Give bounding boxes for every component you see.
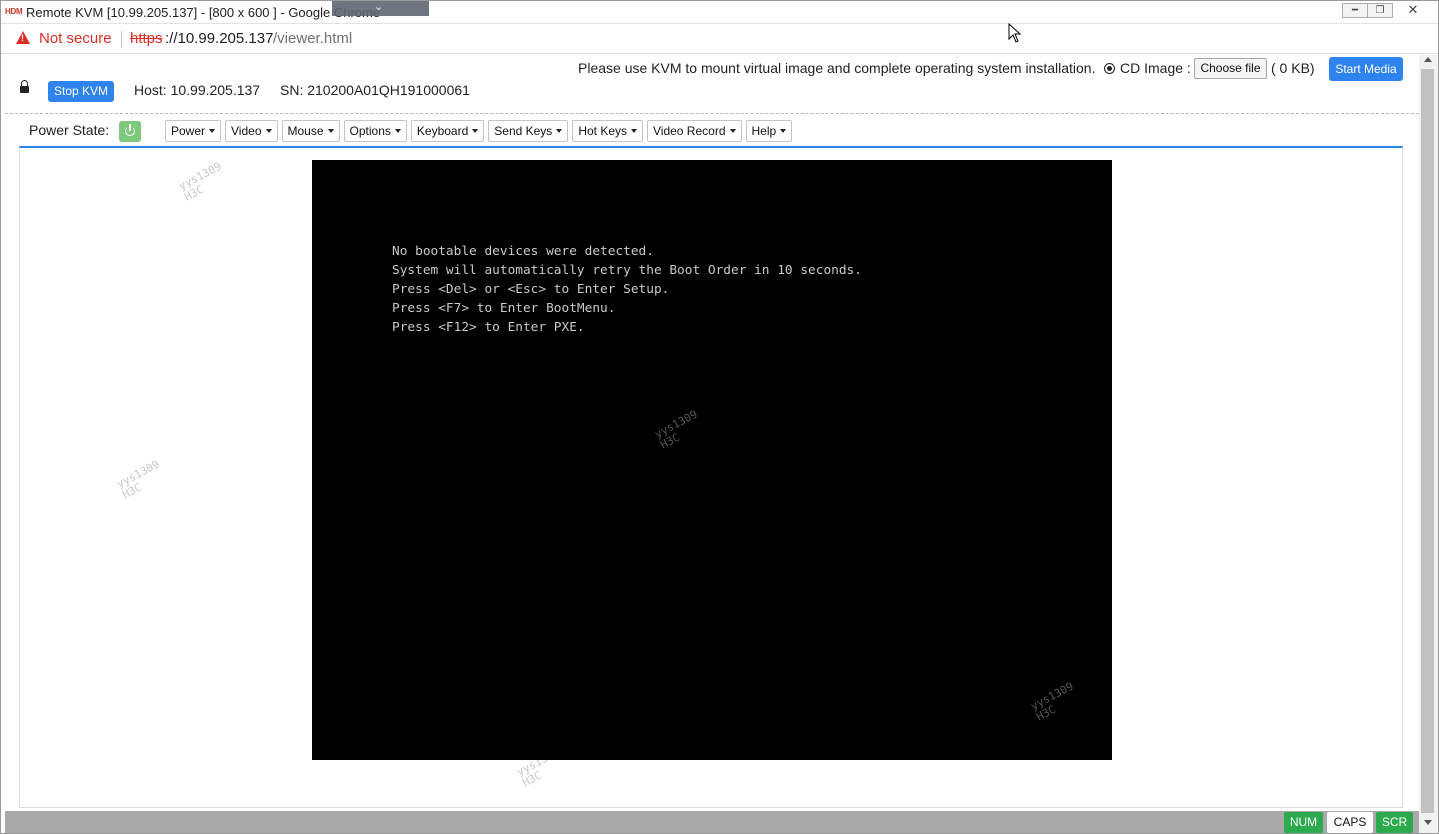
restore-button[interactable]: ❐ — [1367, 3, 1393, 18]
caret-down-icon — [472, 129, 479, 133]
install-notice: Please use KVM to mount virtual image an… — [578, 60, 1096, 76]
address-bar[interactable]: ! Not secure https ://10.99.205.137 /vie… — [1, 25, 1438, 54]
serial-number: SN: 210200A01QH191000061 — [280, 82, 470, 98]
caret-down-icon — [209, 129, 216, 133]
boot-line: No bootable devices were detected. — [392, 244, 654, 259]
watermark: yys1309 H3C — [114, 457, 162, 502]
app-logo: HDM — [5, 7, 23, 16]
title-bar: HDM Remote KVM [10.99.205.137] - [800 x … — [1, 1, 1438, 24]
boot-line: System will automatically retry the Boot… — [392, 263, 862, 278]
minimize-icon: ━ — [1351, 5, 1359, 16]
minimize-button[interactable]: ━ — [1342, 3, 1368, 18]
url-scheme[interactable]: https — [130, 30, 163, 47]
close-icon: ✕ — [1407, 2, 1419, 17]
menu-power[interactable]: Power — [165, 120, 222, 142]
remote-screen[interactable]: No bootable devices were detected. System… — [312, 160, 1112, 760]
power-state-label: Power State: — [29, 122, 110, 138]
menu-video-record[interactable]: Video Record — [647, 120, 742, 142]
status-bar: NUM CAPS SCR — [5, 811, 1419, 833]
watermark: yys1309 H3C — [652, 407, 700, 452]
scroll-down-arrow-icon[interactable] — [1424, 820, 1432, 825]
caret-down-icon — [327, 129, 334, 133]
caret-down-icon — [631, 129, 637, 133]
url-host[interactable]: ://10.99.205.137 — [165, 30, 273, 47]
kvm-page: Please use KVM to mount virtual image an… — [5, 55, 1419, 811]
divider — [5, 113, 1419, 114]
boot-message: No bootable devices were detected. System… — [392, 242, 862, 337]
warning-mark: ! — [21, 33, 24, 43]
window-title: Remote KVM [10.99.205.137] - [800 x 600 … — [26, 5, 381, 20]
caret-down-icon — [394, 129, 401, 133]
menu-help[interactable]: Help — [745, 120, 793, 142]
browser-window: HDM Remote KVM [10.99.205.137] - [800 x … — [0, 0, 1439, 834]
menu-send-keys[interactable]: Send Keys — [488, 120, 569, 142]
file-size: ( 0 KB) — [1271, 60, 1315, 76]
caps-lock-indicator[interactable]: CAPS — [1327, 812, 1373, 833]
num-lock-indicator[interactable]: NUM — [1284, 812, 1323, 833]
menu-mouse[interactable]: Mouse — [281, 120, 340, 142]
cd-image-radio[interactable] — [1104, 63, 1115, 74]
stop-kvm-button[interactable]: Stop KVM — [48, 81, 114, 102]
boot-line: Press <F12> to Enter PXE. — [392, 320, 585, 335]
address-separator — [121, 31, 122, 48]
scroll-thumb[interactable] — [1421, 69, 1434, 813]
mouse-cursor-icon — [1008, 23, 1022, 43]
url-path[interactable]: /viewer.html — [273, 30, 352, 47]
boot-line: Press <Del> or <Esc> to Enter Setup. — [392, 282, 670, 297]
kvm-menu-bar: Power Video Mouse Options Keyboard Send … — [165, 120, 793, 142]
lock-icon — [20, 80, 29, 94]
boot-line: Press <F7> to Enter BootMenu. — [392, 301, 616, 316]
menu-options[interactable]: Options — [343, 120, 407, 142]
restore-icon: ❐ — [1375, 5, 1385, 16]
chevron-down-icon: ⌄ — [374, 1, 384, 13]
host-info: Host: 10.99.205.137 — [134, 82, 261, 98]
caret-down-icon — [556, 129, 563, 133]
kvm-viewer: yys1309 H3C yys1309 H3C yys1309 H3C No b… — [19, 146, 1403, 808]
watermark: yys1309 H3C — [1028, 679, 1076, 724]
scroll-up-arrow-icon[interactable] — [1424, 57, 1432, 62]
caret-down-icon — [780, 129, 787, 133]
start-media-button[interactable]: Start Media — [1329, 57, 1403, 81]
security-indicator[interactable]: Not secure — [39, 30, 112, 47]
close-button[interactable]: ✕ — [1398, 3, 1428, 18]
caret-down-icon — [265, 129, 272, 133]
watermark: yys1309 H3C — [176, 159, 224, 204]
menu-keyboard[interactable]: Keyboard — [410, 120, 485, 142]
power-state-button[interactable] — [119, 121, 141, 142]
vertical-scrollbar[interactable] — [1419, 55, 1438, 833]
caret-down-icon — [729, 129, 736, 133]
cd-image-label: CD Image : — [1120, 60, 1191, 76]
menu-hot-keys[interactable]: Hot Keys — [572, 120, 643, 142]
choose-file-button[interactable]: Choose file — [1194, 58, 1267, 79]
menu-video[interactable]: Video — [225, 120, 278, 142]
scroll-lock-indicator[interactable]: SCR — [1376, 812, 1413, 833]
